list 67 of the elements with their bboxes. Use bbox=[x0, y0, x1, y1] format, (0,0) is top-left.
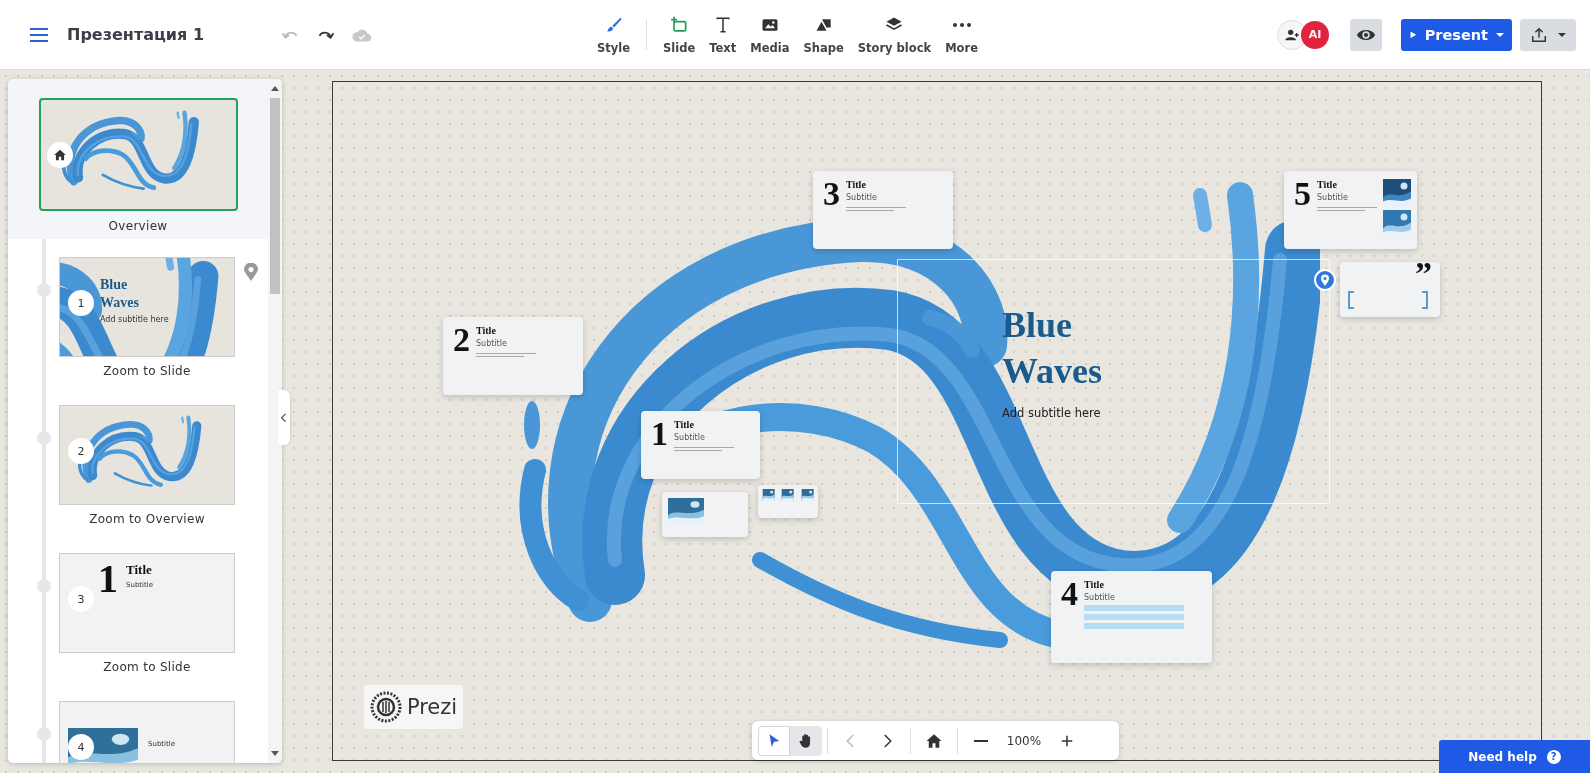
user-avatar[interactable]: AI bbox=[1301, 20, 1329, 49]
home-icon bbox=[52, 148, 67, 162]
slide-title: Title bbox=[476, 325, 497, 336]
thumbnail-label: Zoom to Slide bbox=[103, 660, 191, 674]
slide-title: Title bbox=[846, 179, 867, 190]
slide-title: Title bbox=[1317, 179, 1338, 190]
preview-button[interactable] bbox=[1350, 18, 1382, 51]
present-button[interactable]: Present bbox=[1401, 18, 1512, 51]
slide-number: 1 bbox=[651, 419, 668, 454]
slide-subtitle: Subtitle bbox=[476, 339, 508, 348]
upload-icon bbox=[1530, 25, 1548, 44]
slide-subtitle: Subtitle bbox=[1317, 193, 1349, 202]
slide-number: 3 bbox=[823, 179, 840, 214]
slide-frame[interactable]: ” bbox=[1340, 262, 1440, 317]
bracket-icon bbox=[1348, 291, 1354, 309]
caret-icon bbox=[1558, 32, 1566, 37]
share-button[interactable] bbox=[1520, 18, 1576, 51]
play-icon bbox=[1410, 30, 1417, 39]
overview-item[interactable]: Overview bbox=[8, 79, 268, 239]
quote-mark: ” bbox=[1415, 262, 1432, 286]
toolbar-button[interactable]: Story block bbox=[850, 14, 939, 55]
slide-subtitle: Subtitle bbox=[846, 193, 878, 202]
logo-text: Prezi bbox=[406, 695, 458, 719]
title-text: Waves bbox=[1002, 350, 1102, 393]
thumbnail-label: Zoom to Slide bbox=[103, 364, 191, 378]
presentation-title[interactable]: Презентация 1 bbox=[67, 25, 204, 44]
location-pin-icon[interactable] bbox=[1314, 269, 1336, 291]
slide-thumbnail[interactable]: 2 bbox=[59, 405, 235, 505]
slide-number: 5 bbox=[1294, 179, 1311, 214]
slide-frame[interactable] bbox=[758, 485, 818, 518]
logo-icon bbox=[369, 691, 402, 723]
collapse-handle[interactable] bbox=[278, 390, 290, 445]
bracket-icon bbox=[1422, 291, 1428, 309]
slide-subtitle: Subtitle bbox=[1084, 593, 1116, 602]
slide-title: Title bbox=[1084, 579, 1105, 590]
slide-title: Title bbox=[674, 419, 695, 430]
scrollbar[interactable] bbox=[268, 79, 282, 763]
tool-button[interactable] bbox=[758, 725, 790, 756]
chevron-left-icon bbox=[280, 412, 288, 423]
toolbar-button[interactable]: Slide bbox=[656, 14, 703, 55]
help-button[interactable]: Need help ? bbox=[1439, 740, 1590, 773]
toolbar-button[interactable]: Shape bbox=[796, 14, 851, 55]
slide-plus-icon bbox=[669, 14, 690, 35]
toolbar-button[interactable]: Style bbox=[590, 14, 638, 55]
slide-number: 1 bbox=[98, 562, 118, 596]
tool-button[interactable] bbox=[790, 725, 822, 756]
zoom-level: 100% bbox=[1005, 733, 1043, 748]
caret-icon bbox=[1496, 32, 1504, 37]
slide-frame[interactable] bbox=[662, 492, 748, 537]
toolbar-button[interactable]: Text bbox=[702, 14, 744, 55]
thumbnail-label: Zoom to Overview bbox=[89, 512, 205, 526]
slide-title: Title bbox=[126, 562, 153, 578]
slide-number: 4 bbox=[1061, 579, 1078, 614]
step-number: 2 bbox=[68, 438, 94, 464]
subtitle-text: Add subtitle here bbox=[100, 315, 169, 324]
toolbar-button[interactable]: Media bbox=[743, 14, 797, 55]
minus-icon bbox=[973, 739, 989, 742]
more-icon bbox=[951, 21, 972, 28]
help-icon: ? bbox=[1546, 749, 1561, 764]
thumbnail-label: Overview bbox=[108, 219, 168, 233]
title-text: Blue bbox=[100, 276, 129, 294]
slide-number: 2 bbox=[453, 325, 470, 360]
step-number: 3 bbox=[68, 586, 94, 612]
location-pin-icon[interactable] bbox=[244, 263, 258, 281]
slide-subtitle: Subtitle bbox=[674, 433, 706, 442]
toolbar-button[interactable]: More bbox=[938, 14, 985, 55]
menu-icon[interactable] bbox=[30, 27, 48, 42]
